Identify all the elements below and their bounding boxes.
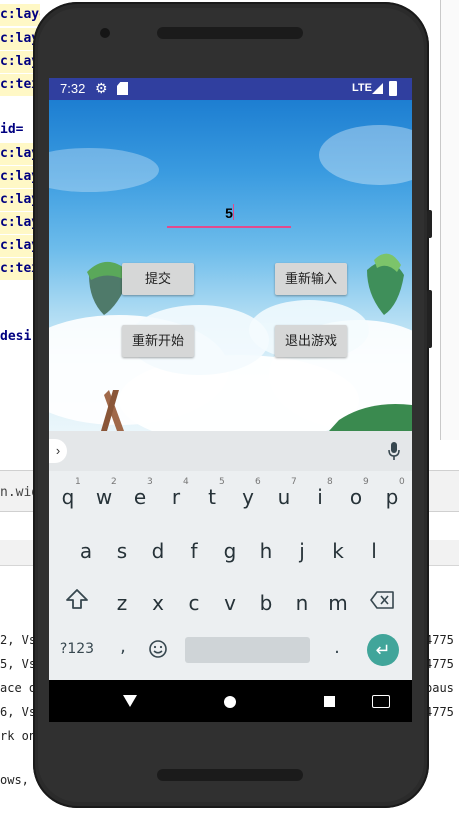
gear-icon: ⚙ [95,80,108,96]
key-hint: 3 [147,477,153,487]
navigation-bar [49,680,412,722]
volume-button[interactable] [427,210,432,238]
shift-icon[interactable] [65,587,89,611]
battery-icon [389,81,397,96]
key-hint: 8 [327,477,333,487]
network-type: LTE [352,82,372,94]
background-illustration [49,125,412,431]
back-icon[interactable] [123,695,137,707]
phone-screen: 7:32 ⚙ LTE 提交 重新输入 重新开始 退出 [49,78,412,722]
quit-button[interactable]: 退出游戏 [275,325,347,357]
log-line-left: ows, [0,773,29,787]
ide-right-panel [440,0,459,440]
key-hint: 6 [255,477,261,487]
status-bar: 7:32 ⚙ LTE [49,78,412,100]
code-line: c:layou [0,4,40,26]
soft-keyboard: › q w e r t y u i o p 1 2 3 4 5 6 7 8 9 … [49,431,412,680]
sd-card-icon [117,82,128,95]
text-cursor [233,204,234,220]
key-f[interactable]: f [177,531,211,571]
status-time: 7:32 [60,81,86,96]
key-k[interactable]: k [321,531,355,571]
keyboard-switch-icon[interactable] [372,695,390,708]
log-line-left: ace o [0,681,37,695]
reenter-button[interactable]: 重新输入 [275,263,347,295]
key-c[interactable]: c [177,583,211,623]
log-line-left: rk on [0,729,37,743]
key-hint: 1 [75,477,81,487]
key-x[interactable]: x [141,583,175,623]
recents-icon[interactable] [324,696,335,707]
microphone-icon[interactable] [387,441,401,461]
game-activity: 提交 重新输入 重新开始 退出游戏 [49,100,412,431]
enter-icon[interactable]: ↵ [367,634,399,666]
emoji-icon[interactable] [148,639,168,659]
key-hint: 0 [399,477,405,487]
front-camera [100,28,110,38]
submit-button[interactable]: 提交 [122,263,194,295]
key-h[interactable]: h [249,531,283,571]
top-speaker [157,27,303,39]
log-line-right: 4775 [425,633,454,647]
key-z[interactable]: z [105,583,139,623]
key-l[interactable]: l [357,531,391,571]
space-bar[interactable] [185,637,310,663]
bottom-speaker [157,769,303,781]
key-s[interactable]: s [105,531,139,571]
answer-input[interactable] [167,200,291,228]
log-line-right: 4775 [425,657,454,671]
symbols-key[interactable]: ?123 [57,638,97,660]
signal-icon [372,83,383,94]
key-v[interactable]: v [213,583,247,623]
key-hint: 5 [219,477,225,487]
key-m[interactable]: m [321,583,355,623]
key-hint: 4 [183,477,189,487]
comma-key[interactable]: , [113,636,133,658]
power-button[interactable] [427,290,432,348]
home-icon[interactable] [224,696,236,708]
key-g[interactable]: g [213,531,247,571]
log-line-left: 2, Vs [0,633,37,647]
log-line-right: paus [425,681,454,695]
key-d[interactable]: d [141,531,175,571]
chevron-right-icon[interactable]: › [49,439,67,463]
period-key[interactable]: . [329,637,345,659]
suggestion-strip: › [49,431,412,471]
restart-button[interactable]: 重新开始 [122,325,194,357]
key-j[interactable]: j [285,531,319,571]
key-hint: 9 [363,477,369,487]
key-a[interactable]: a [69,531,103,571]
log-line-right: 4775 [425,705,454,719]
backspace-icon[interactable] [370,591,394,609]
key-b[interactable]: b [249,583,283,623]
log-line-left: 5, Vs [0,657,37,671]
key-n[interactable]: n [285,583,319,623]
log-line-left: 6, Vs [0,705,37,719]
key-hint: 7 [291,477,297,487]
key-hint: 2 [111,477,117,487]
